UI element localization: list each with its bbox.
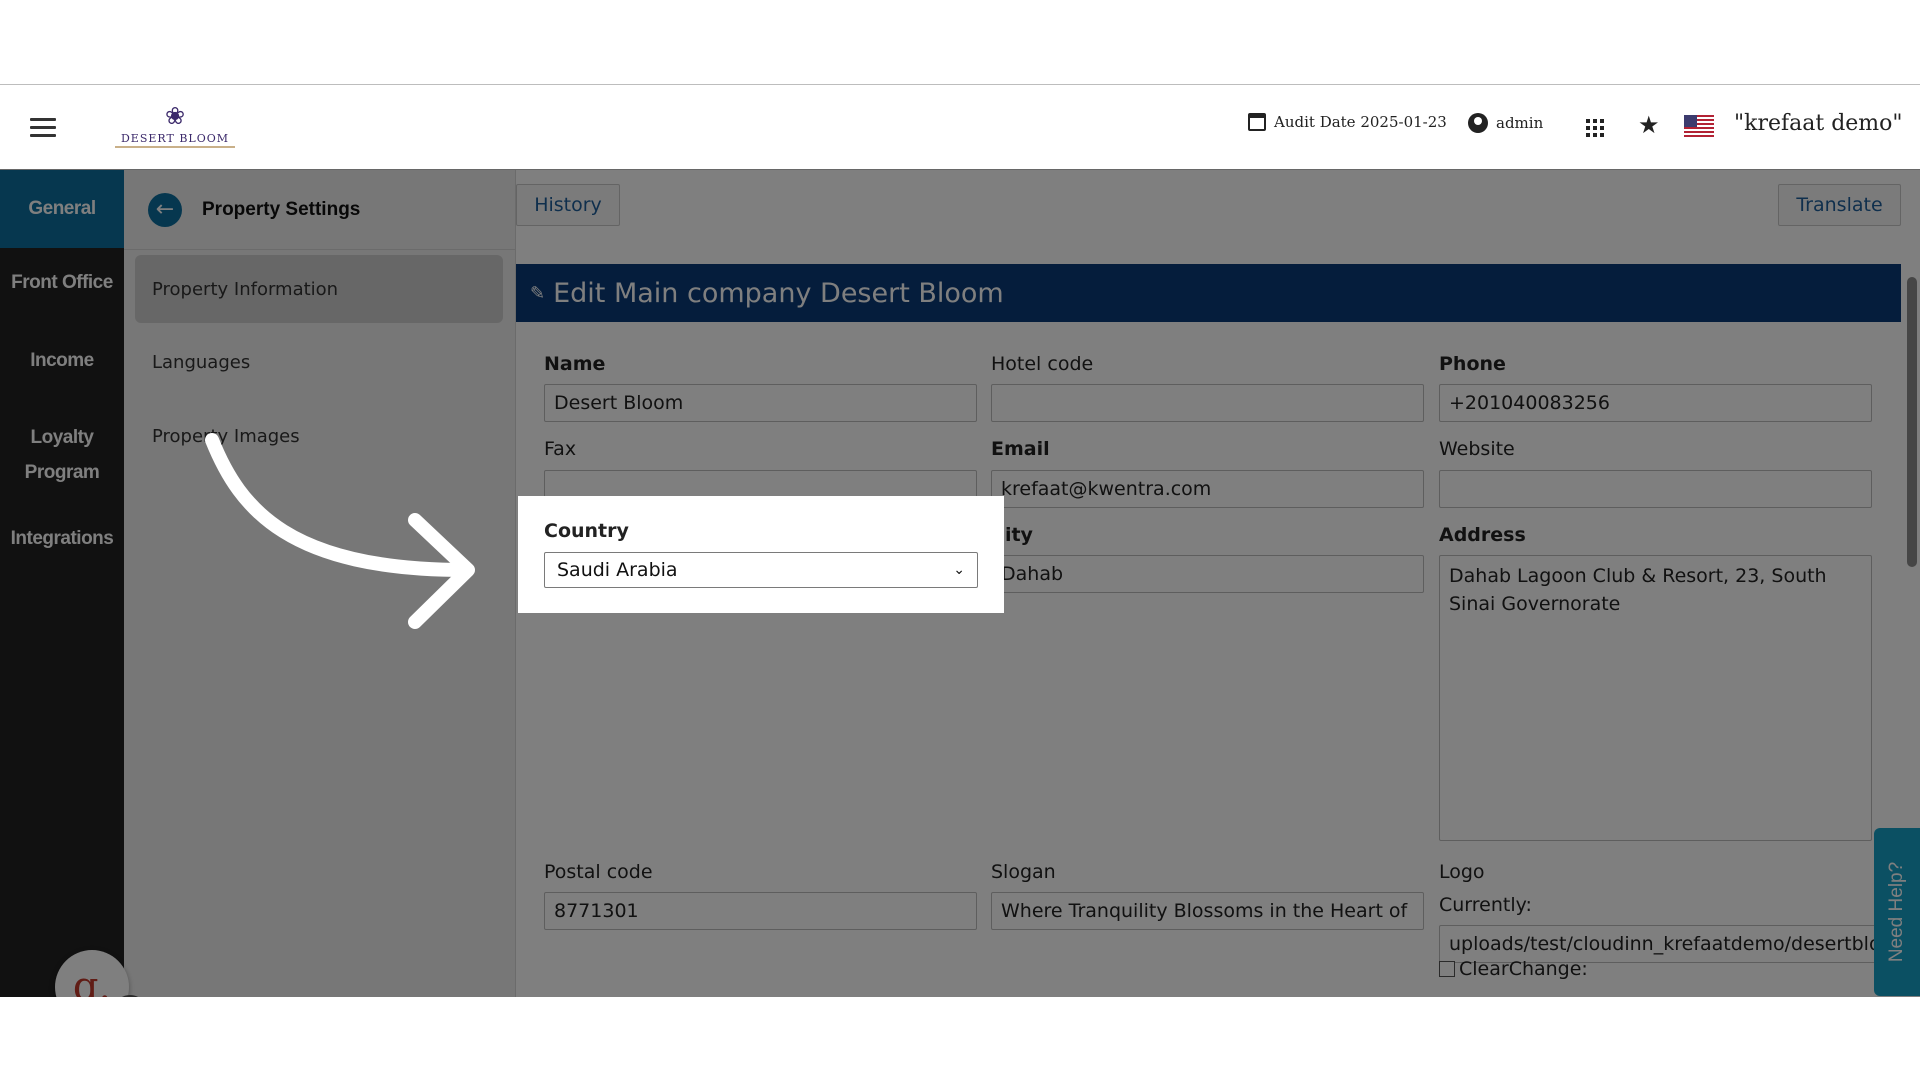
need-help-button[interactable]: Need Help? [1874, 828, 1920, 996]
currently-label: Currently: [1439, 894, 1532, 916]
postal-code-label: Postal code [544, 861, 653, 883]
nav-loyalty-program[interactable]: Loyalty Program [0, 420, 124, 490]
phone-field[interactable]: +201040083256 [1439, 384, 1872, 422]
email-label: Email [991, 438, 1050, 460]
slogan-label: Slogan [991, 861, 1056, 883]
edit-icon: ✎ [530, 282, 546, 304]
phone-label: Phone [1439, 353, 1506, 375]
us-flag-icon[interactable] [1684, 115, 1714, 137]
main-nav: General Front Office Income Loyalty Prog… [0, 170, 124, 997]
country-select[interactable]: Saudi Arabia ⌄ [544, 552, 978, 588]
hotel-code-label: Hotel code [991, 353, 1094, 375]
top-bar: ❀ DESERT BLOOM Audit Date 2025-01-23 adm… [0, 85, 1920, 170]
website-field[interactable] [1439, 470, 1872, 508]
city-field[interactable]: Dahab [991, 555, 1424, 593]
hamburger-menu-icon[interactable] [30, 118, 56, 138]
back-arrow-icon[interactable]: ← [148, 192, 182, 227]
property-name[interactable]: "krefaat demo" [1734, 111, 1903, 136]
nav-income[interactable]: Income [0, 343, 124, 379]
apps-grid-icon[interactable] [1586, 119, 1604, 137]
website-label: Website [1439, 438, 1515, 460]
user-name: admin [1496, 114, 1544, 132]
star-icon[interactable]: ★ [1638, 111, 1660, 139]
country-value: Saudi Arabia [557, 559, 678, 581]
slogan-field[interactable]: Where Tranquility Blossoms in the Heart … [991, 892, 1424, 930]
clear-change-label: ClearChange: [1459, 958, 1588, 980]
country-spotlight: Country Saudi Arabia ⌄ [518, 496, 1004, 613]
email-field[interactable]: krefaat@kwentra.com [991, 470, 1424, 508]
widget-letter: g. [72, 964, 112, 997]
name-label: Name [544, 353, 606, 375]
flower-logo-icon: ❀ [164, 102, 186, 130]
user-icon [1468, 113, 1488, 133]
calendar-icon [1248, 113, 1266, 131]
translate-button[interactable]: Translate [1778, 184, 1901, 226]
country-label: Country [544, 520, 629, 542]
form-header: ✎ Edit Main company Desert Bloom [516, 264, 1901, 322]
property-logo[interactable]: ❀ DESERT BLOOM [96, 102, 254, 151]
tutorial-arrow-icon [205, 433, 475, 629]
nav-integrations[interactable]: Integrations [0, 521, 124, 557]
need-help-label: Need Help? [1886, 861, 1907, 963]
address-field[interactable]: Dahab Lagoon Club & Resort, 23, South Si… [1439, 555, 1872, 841]
audit-date-text: Audit Date 2025-01-23 [1274, 113, 1447, 131]
fax-label: Fax [544, 438, 577, 460]
nav-front-office[interactable]: Front Office [0, 265, 124, 301]
logo-label: Logo [1439, 861, 1485, 883]
history-button[interactable]: History [516, 184, 620, 226]
menu-property-information[interactable]: Property Information [135, 255, 503, 323]
name-field[interactable]: Desert Bloom [544, 384, 977, 422]
panel-header: ← Property Settings [124, 170, 515, 250]
audit-date[interactable]: Audit Date 2025-01-23 [1248, 113, 1447, 131]
clear-checkbox[interactable] [1439, 961, 1455, 977]
menu-languages[interactable]: Languages [135, 328, 503, 396]
clear-change-row: ClearChange: [1439, 958, 1588, 980]
address-label: Address [1439, 524, 1526, 546]
chevron-down-icon: ⌄ [953, 562, 965, 578]
hotel-code-field[interactable] [991, 384, 1424, 422]
user-menu[interactable]: admin [1468, 113, 1543, 133]
nav-general[interactable]: General [0, 170, 124, 248]
panel-title: Property Settings [202, 198, 361, 220]
logo-text: DESERT BLOOM [114, 132, 236, 148]
form-title: Edit Main company Desert Bloom [553, 277, 1004, 309]
postal-code-field[interactable]: 8771301 [544, 892, 977, 930]
